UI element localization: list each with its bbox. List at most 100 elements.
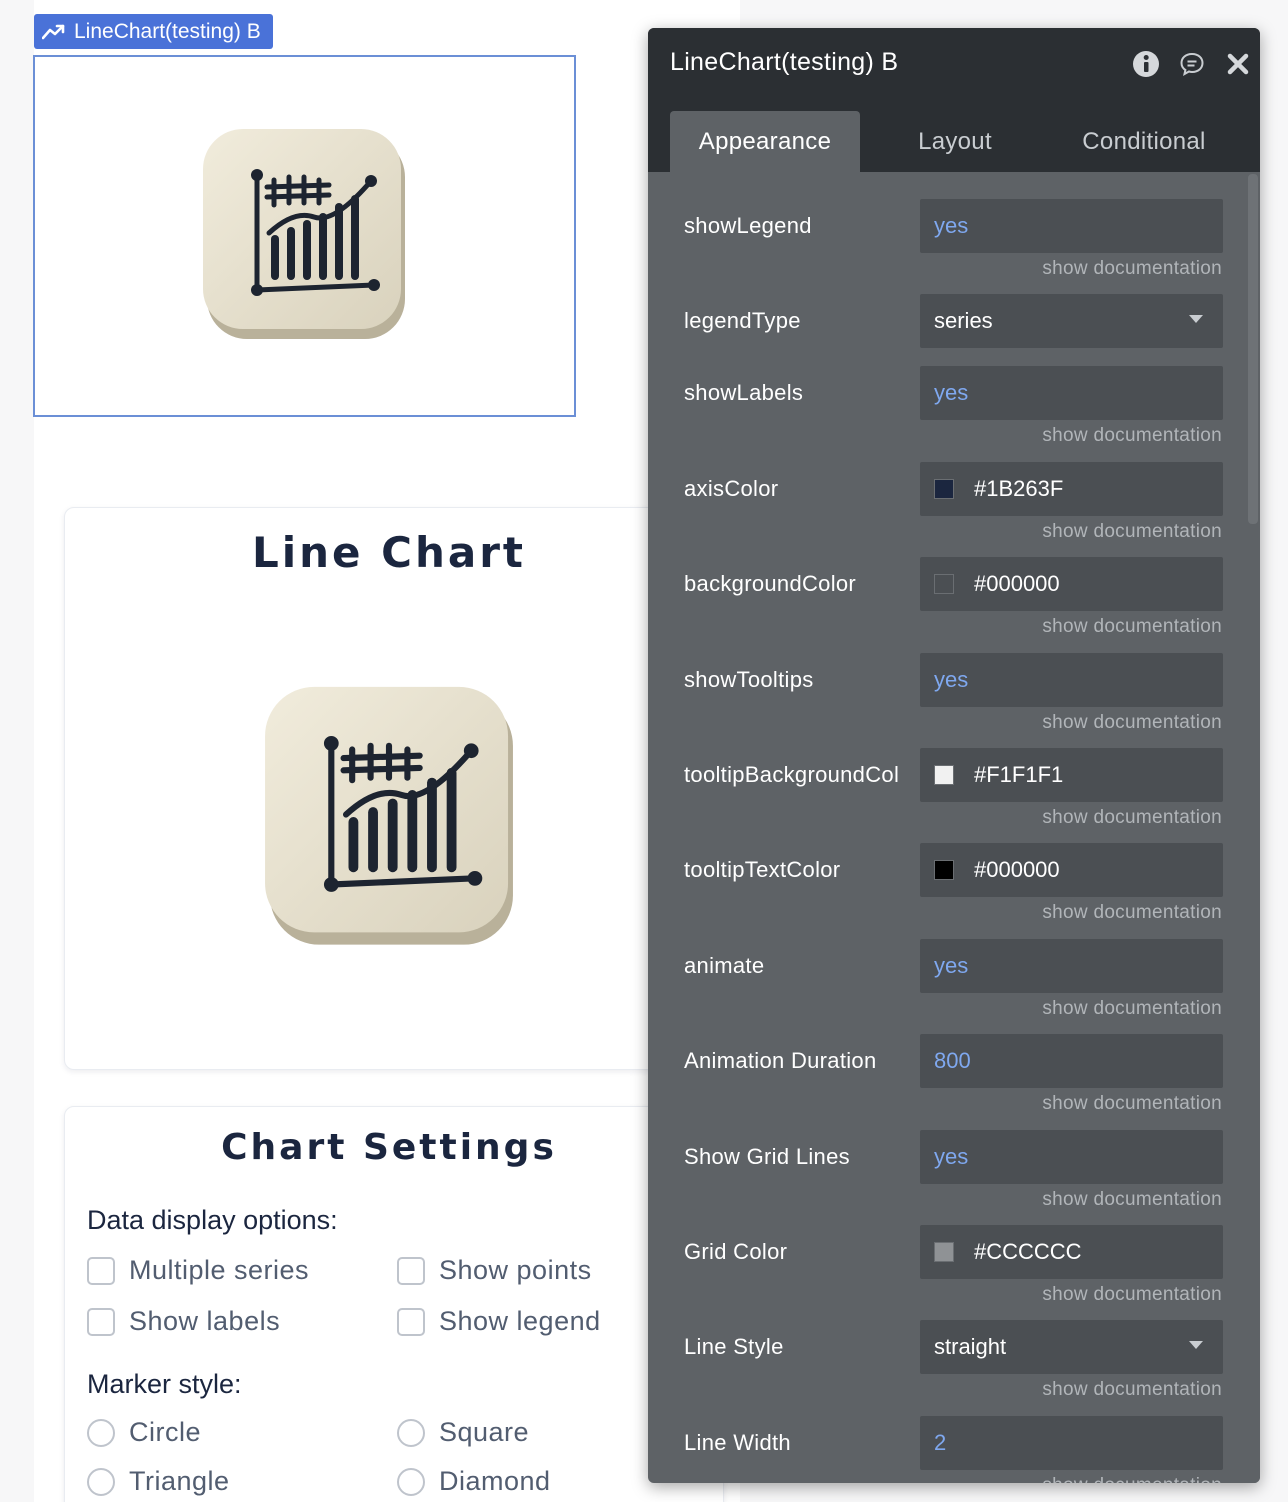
prop-showlabels-field[interactable]: yes: [920, 366, 1223, 420]
marker-square-radio[interactable]: Square: [397, 1417, 529, 1448]
info-icon[interactable]: [1132, 50, 1160, 78]
prop-showtooltips-value: yes: [934, 667, 969, 692]
element-name-label: LineChart(testing) B: [74, 19, 261, 43]
marker-diamond-radio[interactable]: Diamond: [397, 1466, 551, 1497]
checkbox-label: Show points: [439, 1255, 592, 1285]
checkbox-box[interactable]: [397, 1307, 425, 1336]
tab-layout[interactable]: Layout: [860, 111, 1050, 172]
prop-showlegend-field[interactable]: yes: [920, 199, 1223, 253]
prop-backgroundcolor-field[interactable]: #000000: [920, 557, 1223, 611]
prop-line-width-field[interactable]: 2: [920, 1416, 1223, 1470]
checkbox-label: Multiple series: [129, 1255, 310, 1285]
line-chart-app-icon: [199, 125, 409, 349]
show-documentation-link[interactable]: show documentation: [1042, 616, 1222, 638]
prop-axiscolor-value: #1B263F: [974, 476, 1064, 501]
line-chart-card: Line Chart: [64, 507, 724, 1070]
radio-label: Circle: [129, 1417, 202, 1447]
color-swatch[interactable]: [934, 860, 954, 880]
data-display-label: Data display options:: [87, 1205, 338, 1235]
prop-tooltipbackgroundcol-label: tooltipBackgroundCol: [684, 762, 900, 787]
comment-icon[interactable]: [1178, 50, 1206, 78]
show-points-checkbox[interactable]: Show points: [397, 1255, 592, 1286]
chart-settings-card: Chart Settings Data display options: Mul…: [64, 1106, 724, 1502]
show-documentation-link[interactable]: show documentation: [1042, 1284, 1222, 1306]
prop-legendtype-label: legendType: [684, 308, 801, 333]
radio-button[interactable]: [87, 1418, 115, 1447]
element-name-tag[interactable]: LineChart(testing) B: [34, 14, 273, 49]
checkbox-box[interactable]: [87, 1307, 115, 1336]
selected-element-box[interactable]: [33, 55, 576, 417]
prop-animation-duration-value: 800: [934, 1048, 971, 1073]
show-documentation-link[interactable]: show documentation: [1042, 521, 1222, 543]
panel-scrollbar-thumb[interactable]: [1248, 174, 1258, 524]
prop-tooltiptextcolor-label: tooltipTextColor: [684, 857, 841, 882]
chevron-down-icon[interactable]: [1189, 1341, 1203, 1349]
show-documentation-link[interactable]: show documentation: [1042, 1475, 1222, 1483]
color-swatch[interactable]: [934, 479, 954, 499]
prop-animate-field[interactable]: yes: [920, 939, 1223, 993]
show-documentation-link[interactable]: show documentation: [1042, 902, 1222, 924]
prop-showlabels-label: showLabels: [684, 380, 804, 405]
multiple-series-checkbox[interactable]: Multiple series: [87, 1255, 309, 1286]
show-documentation-link[interactable]: show documentation: [1042, 1189, 1222, 1211]
radio-label: Square: [439, 1417, 530, 1447]
show-documentation-link[interactable]: show documentation: [1042, 425, 1222, 447]
line-chart-app-icon: [259, 682, 519, 956]
prop-line-width-value: 2: [934, 1430, 947, 1455]
radio-button[interactable]: [397, 1418, 425, 1447]
prop-tooltipbackgroundcol-field[interactable]: #F1F1F1: [920, 748, 1223, 802]
prop-grid-color-value: #CCCCCC: [974, 1239, 1082, 1264]
prop-line-style-label: Line Style: [684, 1334, 784, 1359]
marker-style-label: Marker style:: [87, 1369, 242, 1399]
prop-animate-value: yes: [934, 953, 969, 978]
marker-triangle-radio[interactable]: Triangle: [87, 1466, 230, 1497]
prop-axiscolor-label: axisColor: [684, 476, 779, 501]
prop-showlegend-value: yes: [934, 213, 969, 238]
show-documentation-link[interactable]: show documentation: [1042, 807, 1222, 829]
prop-legendtype-value: series: [934, 308, 993, 333]
prop-showlabels-value: yes: [934, 380, 969, 405]
show-documentation-link[interactable]: show documentation: [1042, 998, 1222, 1020]
prop-line-style-value: straight: [934, 1334, 1007, 1359]
prop-grid-color-field[interactable]: #CCCCCC: [920, 1225, 1223, 1279]
chevron-down-icon[interactable]: [1189, 315, 1203, 323]
close-icon[interactable]: [1224, 50, 1252, 78]
color-swatch[interactable]: [934, 1242, 954, 1262]
prop-tooltiptextcolor-field[interactable]: #000000: [920, 843, 1223, 897]
marker-circle-radio[interactable]: Circle: [87, 1417, 201, 1448]
radio-button[interactable]: [397, 1467, 425, 1496]
prop-show-grid-lines-field[interactable]: yes: [920, 1130, 1223, 1184]
show-legend-checkbox[interactable]: Show legend: [397, 1306, 601, 1337]
checkbox-label: Show legend: [439, 1306, 601, 1336]
prop-animation-duration-label: Animation Duration: [684, 1048, 877, 1073]
show-documentation-link[interactable]: show documentation: [1042, 712, 1222, 734]
prop-legendtype-dropdown[interactable]: series: [920, 294, 1223, 348]
prop-axiscolor-field[interactable]: #1B263F: [920, 462, 1223, 516]
settings-card-title: Chart Settings: [221, 1127, 557, 1168]
prop-backgroundcolor-label: backgroundColor: [684, 571, 857, 596]
checkbox-box[interactable]: [87, 1256, 115, 1285]
prop-animation-duration-field[interactable]: 800: [920, 1034, 1223, 1088]
prop-show-grid-lines-label: Show Grid Lines: [684, 1144, 850, 1169]
property-editor-panel: LineChart(testing) B Appearance Layout C…: [648, 28, 1260, 1483]
prop-showtooltips-label: showTooltips: [684, 667, 814, 692]
prop-showtooltips-field[interactable]: yes: [920, 653, 1223, 707]
checkbox-box[interactable]: [397, 1256, 425, 1285]
radio-button[interactable]: [87, 1467, 115, 1496]
panel-tabs: Appearance Layout Conditional: [648, 98, 1260, 172]
trend-line-icon: [42, 24, 66, 40]
panel-title: LineChart(testing) B: [670, 48, 899, 76]
color-swatch[interactable]: [934, 765, 954, 785]
show-documentation-link[interactable]: show documentation: [1042, 1093, 1222, 1115]
show-documentation-link[interactable]: show documentation: [1042, 258, 1222, 280]
prop-line-style-dropdown[interactable]: straight: [920, 1320, 1223, 1374]
prop-tooltipbackgroundcol-value: #F1F1F1: [974, 762, 1064, 787]
show-documentation-link[interactable]: show documentation: [1042, 1379, 1222, 1401]
tab-appearance[interactable]: Appearance: [670, 111, 860, 172]
show-labels-checkbox[interactable]: Show labels: [87, 1306, 280, 1337]
prop-backgroundcolor-value: #000000: [974, 571, 1060, 596]
tab-conditional[interactable]: Conditional: [1049, 111, 1239, 172]
prop-show-grid-lines-value: yes: [934, 1144, 969, 1169]
chart-card-title: Line Chart: [251, 528, 527, 577]
color-swatch[interactable]: [934, 574, 954, 594]
